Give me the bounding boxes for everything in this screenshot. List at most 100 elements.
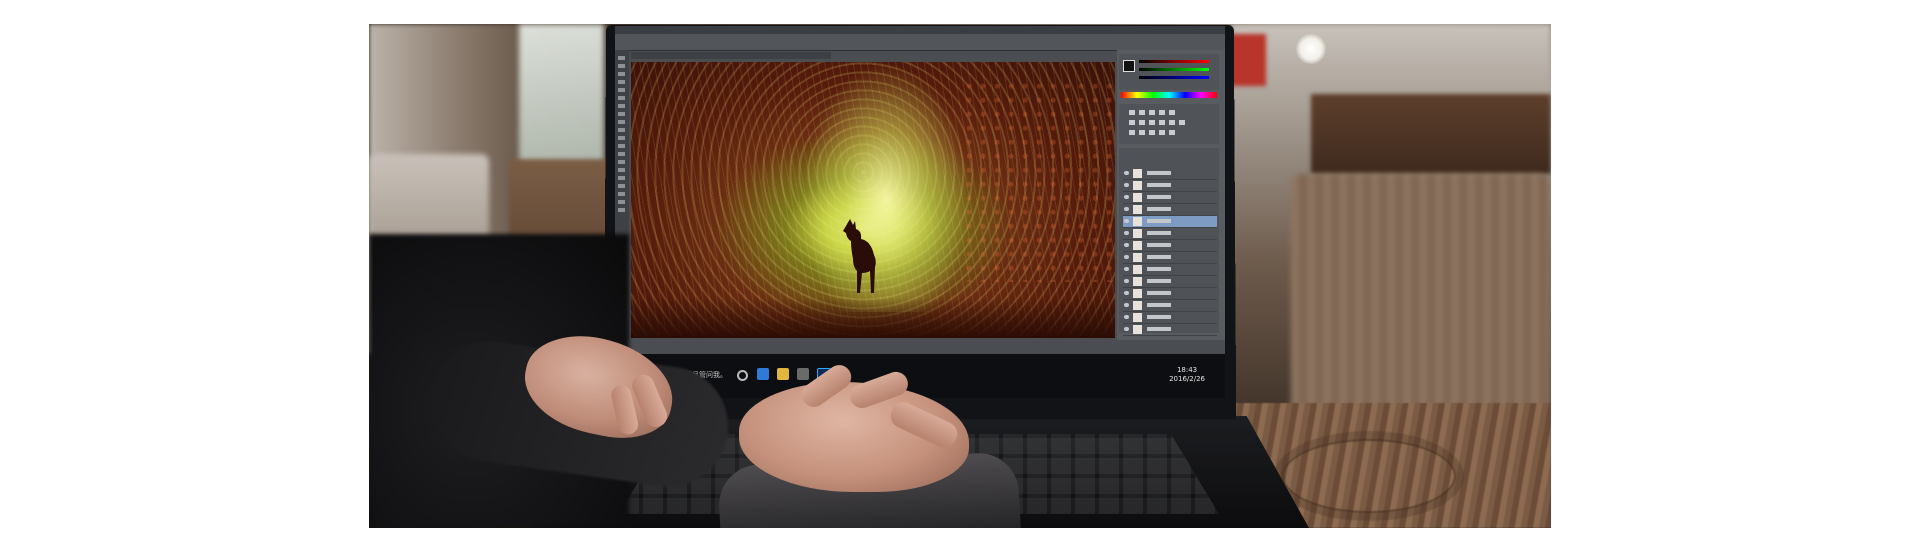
layer-name: [1147, 243, 1171, 247]
adjustment-icon[interactable]: [1139, 120, 1145, 125]
layer-name: [1147, 207, 1171, 211]
tool-icon[interactable]: [618, 64, 625, 68]
eye-icon[interactable]: [1124, 327, 1129, 331]
tool-icon[interactable]: [618, 168, 625, 172]
green-slider[interactable]: [1139, 68, 1209, 71]
app-options-bar[interactable]: [615, 34, 1225, 51]
tool-icon[interactable]: [618, 128, 625, 132]
adjustment-icon[interactable]: [1129, 120, 1135, 125]
layer-name: [1147, 279, 1171, 283]
adjustment-icon[interactable]: [1169, 120, 1175, 125]
layer-row[interactable]: [1123, 240, 1217, 252]
layer-row[interactable]: [1123, 264, 1217, 276]
adjustment-icon[interactable]: [1149, 110, 1155, 115]
adjustment-icon[interactable]: [1169, 110, 1175, 115]
tool-icon[interactable]: [618, 200, 625, 204]
adjustment-icon[interactable]: [1129, 110, 1135, 115]
adjustment-icon[interactable]: [1179, 120, 1185, 125]
layer-name: [1147, 195, 1171, 199]
layer-thumbnail: [1133, 301, 1142, 310]
layer-thumbnail: [1133, 181, 1142, 190]
tool-icon[interactable]: [618, 208, 625, 212]
layer-row[interactable]: [1123, 168, 1217, 180]
tool-icon[interactable]: [618, 88, 625, 92]
adjustment-icon[interactable]: [1149, 130, 1155, 135]
eye-icon[interactable]: [1124, 231, 1129, 235]
layer-row[interactable]: [1123, 180, 1217, 192]
adjustment-icon[interactable]: [1149, 120, 1155, 125]
layer-thumbnail: [1133, 169, 1142, 178]
tool-icon[interactable]: [618, 104, 625, 108]
tool-icon[interactable]: [618, 144, 625, 148]
adjustments-panel[interactable]: [1119, 104, 1219, 144]
adjustment-icon[interactable]: [1159, 120, 1165, 125]
layer-row[interactable]: [1123, 192, 1217, 204]
eye-icon[interactable]: [1124, 255, 1129, 259]
tool-icon[interactable]: [618, 120, 625, 124]
layers-panel[interactable]: [1119, 148, 1219, 336]
layer-name: [1147, 231, 1171, 235]
eye-icon[interactable]: [1124, 243, 1129, 247]
store-icon[interactable]: [797, 368, 809, 380]
tool-icon[interactable]: [618, 112, 625, 116]
layer-name: [1147, 315, 1171, 319]
layer-row[interactable]: [1123, 288, 1217, 300]
app-menubar[interactable]: [615, 26, 1225, 34]
eye-icon[interactable]: [1124, 303, 1129, 307]
layer-name: [1147, 219, 1171, 223]
layer-row[interactable]: [1123, 216, 1217, 228]
layer-row[interactable]: [1123, 276, 1217, 288]
eye-icon[interactable]: [1124, 315, 1129, 319]
layer-thumbnail: [1133, 241, 1142, 250]
layer-row[interactable]: [1123, 324, 1217, 336]
color-spectrum[interactable]: [1121, 92, 1217, 98]
layer-row[interactable]: [1123, 228, 1217, 240]
blue-slider[interactable]: [1139, 76, 1209, 79]
wooden-chair: [1291, 174, 1551, 434]
layer-name: [1147, 327, 1171, 331]
color-panel[interactable]: [1119, 54, 1219, 90]
adjustment-icon[interactable]: [1139, 130, 1145, 135]
tool-icon[interactable]: [618, 72, 625, 76]
eye-icon[interactable]: [1124, 291, 1129, 295]
adjustment-icon[interactable]: [1129, 130, 1135, 135]
layer-row[interactable]: [1123, 300, 1217, 312]
artwork-canvas[interactable]: [631, 62, 1115, 338]
adjustment-icon[interactable]: [1159, 110, 1165, 115]
file-explorer-icon[interactable]: [777, 368, 789, 380]
tool-icon[interactable]: [618, 184, 625, 188]
task-view-icon[interactable]: [737, 370, 748, 381]
layer-row[interactable]: [1123, 204, 1217, 216]
tool-icon[interactable]: [618, 152, 625, 156]
layer-thumbnail: [1133, 217, 1142, 226]
edge-icon[interactable]: [757, 368, 769, 380]
eye-icon[interactable]: [1124, 183, 1129, 187]
layer-thumbnail: [1133, 205, 1142, 214]
layer-name: [1147, 255, 1171, 259]
layer-thumbnail: [1133, 313, 1142, 322]
eye-icon[interactable]: [1124, 171, 1129, 175]
photo: 有问题尽管问我。 18:43 2016/2/26: [369, 24, 1551, 528]
layer-row[interactable]: [1123, 312, 1217, 324]
tool-icon[interactable]: [618, 80, 625, 84]
eye-icon[interactable]: [1124, 207, 1129, 211]
eye-icon[interactable]: [1124, 195, 1129, 199]
adjustment-icon[interactable]: [1139, 110, 1145, 115]
tool-icon[interactable]: [618, 160, 625, 164]
eye-icon[interactable]: [1124, 267, 1129, 271]
eye-icon[interactable]: [1124, 219, 1129, 223]
eye-icon[interactable]: [1124, 279, 1129, 283]
document-tab[interactable]: [631, 52, 831, 59]
foreground-color-swatch[interactable]: [1123, 60, 1135, 72]
tool-icon[interactable]: [618, 56, 625, 60]
artwork-embers: [965, 82, 1115, 282]
tool-icon[interactable]: [618, 136, 625, 140]
adjustment-icon[interactable]: [1169, 130, 1175, 135]
red-slider[interactable]: [1139, 60, 1209, 63]
tool-icon[interactable]: [618, 176, 625, 180]
tool-icon[interactable]: [618, 96, 625, 100]
system-clock[interactable]: 18:43 2016/2/26: [1169, 366, 1205, 384]
layer-row[interactable]: [1123, 252, 1217, 264]
adjustment-icon[interactable]: [1159, 130, 1165, 135]
tool-icon[interactable]: [618, 192, 625, 196]
